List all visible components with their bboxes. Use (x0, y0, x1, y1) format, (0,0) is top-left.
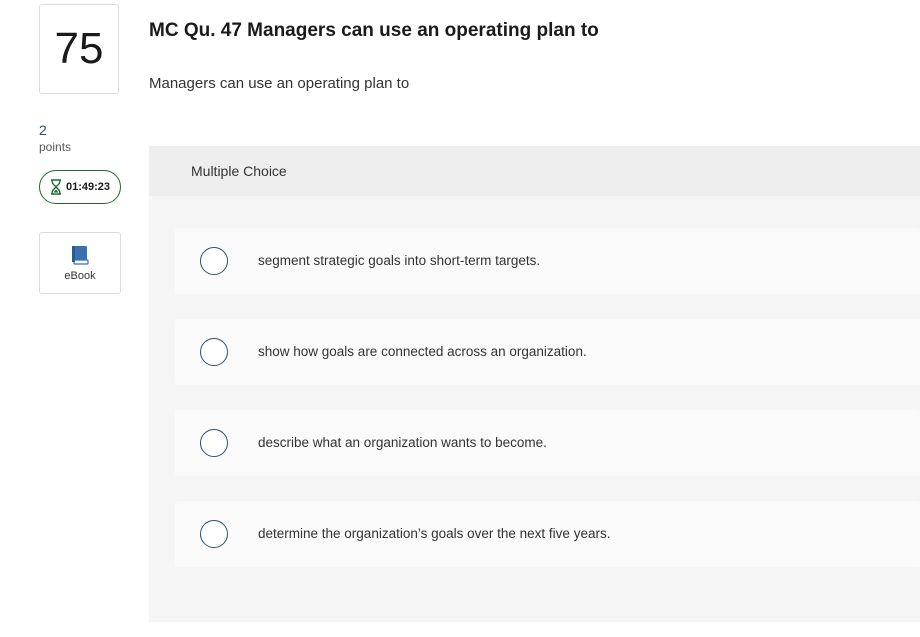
multiple-choice-label: Multiple Choice (191, 163, 287, 179)
answer-option-text: segment strategic goals into short-term … (258, 253, 541, 268)
book-icon (71, 245, 89, 265)
page: 75 2 points 01:49:23 eBook MC Qu. 47 Man… (0, 0, 920, 637)
points-value: 2 (39, 122, 47, 138)
question-title: MC Qu. 47 Managers can use an operating … (149, 20, 599, 41)
answer-option[interactable]: segment strategic goals into short-term … (175, 228, 920, 294)
radio-button[interactable] (200, 520, 228, 548)
question-number: 75 (39, 4, 119, 94)
ebook-button[interactable]: eBook (39, 232, 121, 294)
timer-badge[interactable]: 01:49:23 (39, 170, 121, 204)
ebook-label: eBook (64, 269, 96, 282)
hourglass-icon (50, 179, 62, 195)
multiple-choice-panel: Multiple Choice segment strategic goals … (149, 146, 920, 622)
answer-option[interactable]: describe what an organization wants to b… (175, 410, 920, 476)
answer-option-text: show how goals are connected across an o… (258, 344, 587, 359)
question-prompt: Managers can use an operating plan to (149, 75, 410, 92)
points-label: points (39, 140, 72, 154)
radio-button[interactable] (200, 247, 228, 275)
radio-button[interactable] (200, 429, 228, 457)
multiple-choice-header: Multiple Choice (149, 146, 920, 196)
answer-option-text: determine the organization’s goals over … (258, 526, 611, 541)
answer-option[interactable]: show how goals are connected across an o… (175, 319, 920, 385)
timer-text: 01:49:23 (65, 181, 111, 193)
radio-button[interactable] (200, 338, 228, 366)
answer-option-text: describe what an organization wants to b… (258, 435, 547, 450)
answer-option[interactable]: determine the organization’s goals over … (175, 501, 920, 567)
